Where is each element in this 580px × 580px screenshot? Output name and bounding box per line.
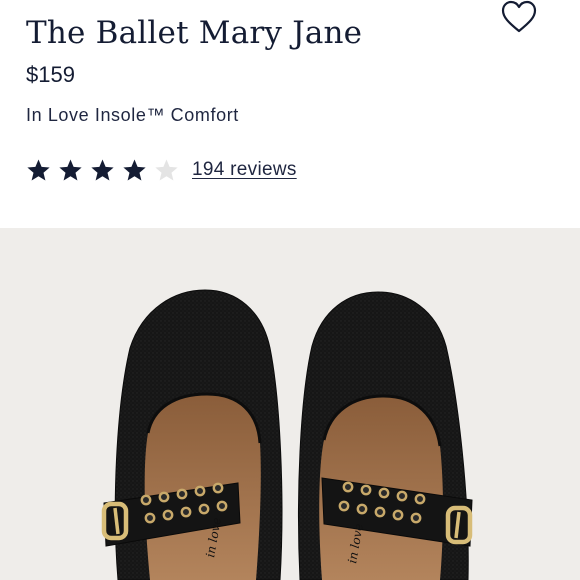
star-filled-icon (91, 159, 114, 180)
left-shoe: in love (101, 289, 283, 580)
product-title: The Ballet Mary Jane (26, 14, 363, 51)
product-price: $159 (26, 62, 75, 87)
star-empty-icon (155, 159, 178, 180)
rating-row: 194 reviews (26, 155, 297, 185)
rating-stars (26, 158, 179, 183)
star-filled-icon (27, 159, 50, 180)
reviews-link[interactable]: 194 reviews (192, 159, 297, 181)
star-filled-icon (59, 159, 82, 180)
product-image[interactable]: in love in love (0, 228, 580, 580)
shoe-illustration: in love in love (101, 289, 473, 580)
star-filled-icon (123, 159, 146, 180)
right-shoe: in love (298, 291, 473, 580)
heart-outline-icon[interactable] (500, 0, 538, 34)
product-feature: In Love Insole™ Comfort (26, 105, 239, 125)
